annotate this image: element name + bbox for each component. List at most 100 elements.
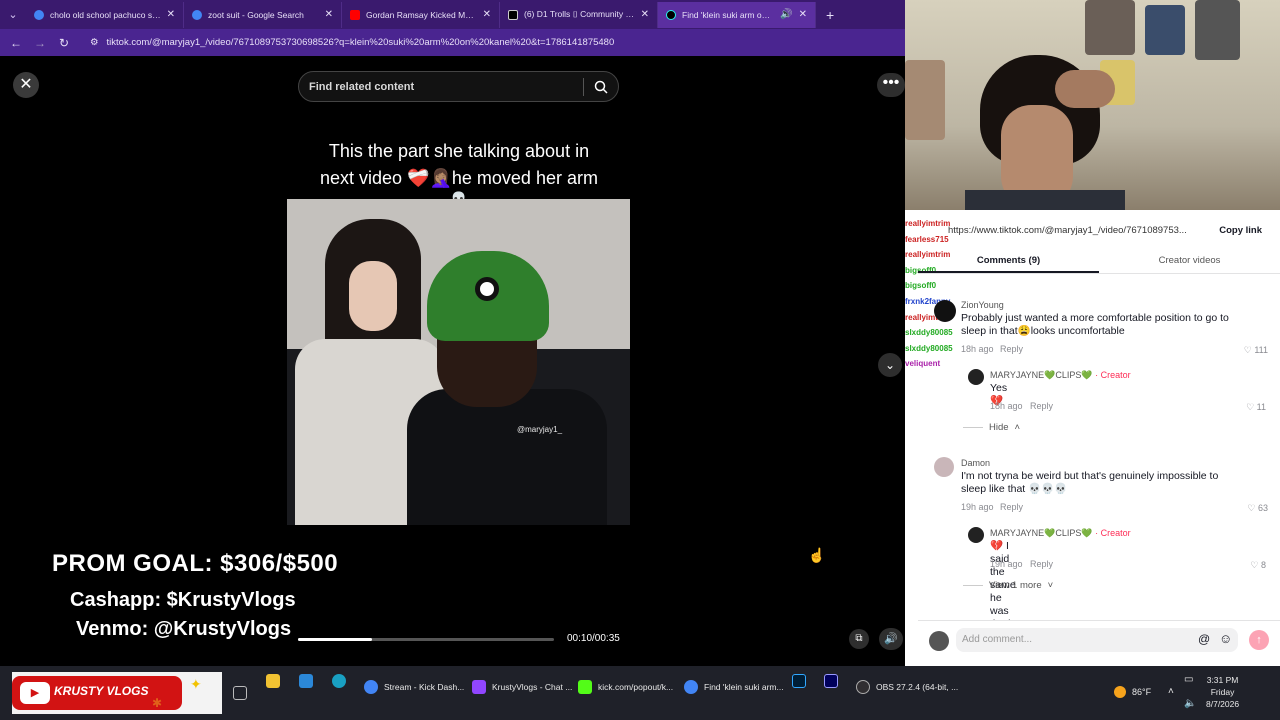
google-favicon-icon: [192, 9, 202, 20]
browser-tab-4[interactable]: (6) D1 Trolls ⌷ Community / X ✕: [500, 1, 658, 28]
browser-tab-bar: ⌄ cholo old school pachuco style ✕ zoot …: [0, 0, 905, 29]
webcam-wall-decor: [905, 60, 945, 140]
video-frame[interactable]: @maryjay1_: [287, 199, 630, 525]
video-person-2-body: [407, 389, 607, 525]
send-comment-button[interactable]: ↑: [1249, 630, 1269, 650]
comment-time: 19h ago: [961, 502, 994, 512]
reply-button[interactable]: Reply: [1000, 502, 1023, 512]
browser-tab-5[interactable]: Find 'klein suki arm on kane 🔊 ✕: [658, 1, 816, 28]
heart-icon: ♡: [1247, 503, 1258, 513]
taskbar-app-kick[interactable]: kick.com/popout/k...: [578, 672, 673, 702]
taskbar-app-chat[interactable]: KrustyVlogs - Chat ...: [472, 672, 572, 702]
tab-creator-videos[interactable]: Creator videos: [1099, 250, 1280, 273]
heart-icon: ♡: [1243, 345, 1255, 355]
heart-icon: ♡: [1250, 560, 1261, 570]
system-clock[interactable]: 3:31 PM Friday 8/7/2026: [1206, 674, 1239, 710]
taskbar-app-obs[interactable]: OBS 27.2.4 (64-bit, ...: [856, 672, 958, 702]
reply-button[interactable]: Reply: [1030, 559, 1053, 569]
forward-arrow-icon[interactable]: →: [28, 36, 52, 50]
copy-link-button[interactable]: Copy link: [1205, 225, 1280, 236]
picture-in-picture-icon[interactable]: ⧉: [849, 629, 869, 649]
url-text: tiktok.com/@maryjay1_/video/767108975373…: [106, 37, 615, 48]
reply-button[interactable]: Reply: [1030, 401, 1053, 411]
chrome-icon: [364, 680, 378, 694]
comment-username[interactable]: MARYJAYNE💚CLIPS💚 · Creator: [990, 370, 1131, 381]
speaker-icon[interactable]: 🔈: [1184, 698, 1196, 709]
related-search-bar[interactable]: Find related content: [298, 71, 619, 102]
close-tab-icon[interactable]: ✕: [483, 9, 491, 20]
taskbar-app-stream[interactable]: Stream - Kick Dash...: [364, 672, 464, 702]
volume-icon[interactable]: 🔊: [879, 628, 903, 650]
webcam-wall-decor: [1085, 0, 1135, 55]
webcam-wall-decor: [1145, 5, 1185, 55]
comment-input[interactable]: Add comment...: [956, 628, 1238, 652]
close-viewer-button[interactable]: ✕: [13, 72, 39, 98]
more-options-button[interactable]: •••: [877, 73, 905, 97]
search-icon[interactable]: [584, 71, 618, 102]
venmo-overlay: Venmo: @KrustyVlogs: [76, 618, 292, 640]
edge-icon[interactable]: [332, 674, 346, 688]
reply-button[interactable]: Reply: [1000, 344, 1023, 354]
sparkle-icon: ✦: [190, 676, 202, 692]
back-arrow-icon[interactable]: ←: [4, 36, 28, 50]
comment-username[interactable]: ZionYoung: [961, 300, 1004, 310]
emoji-icon[interactable]: ☺: [1219, 631, 1232, 646]
mention-icon[interactable]: @: [1198, 632, 1210, 646]
share-link[interactable]: https://www.tiktok.com/@maryjay1_/video/…: [948, 225, 1205, 236]
like-count[interactable]: ♡ 11: [1226, 402, 1266, 413]
heart-icon: ♡: [1246, 402, 1257, 412]
avatar[interactable]: [934, 457, 954, 477]
comment-username[interactable]: Damon: [961, 458, 990, 468]
tray-chevron-icon[interactable]: ˄: [1168, 686, 1174, 697]
taskbar-app-find[interactable]: Find 'klein suki arm...: [684, 672, 784, 702]
search-input[interactable]: Find related content: [299, 81, 583, 93]
photoshop-icon[interactable]: [792, 674, 806, 688]
webcam-person-hand: [1055, 70, 1115, 108]
reload-icon[interactable]: ↻: [52, 36, 76, 50]
webcam-feed: [905, 0, 1280, 210]
youtube-logo-icon: ▶: [20, 682, 50, 704]
hide-replies-button[interactable]: Hide ˄: [963, 422, 1020, 433]
stream-banner: ▶ KRUSTY VLOGS ✦ ✱: [12, 672, 222, 714]
sun-icon: [1114, 686, 1126, 698]
close-tab-icon[interactable]: ✕: [325, 9, 333, 20]
avatar[interactable]: [968, 527, 984, 543]
comment-time: 19h ago: [990, 559, 1023, 569]
browser-tab-1[interactable]: cholo old school pachuco style ✕: [26, 1, 184, 28]
chevron-up-icon: ˄: [1014, 422, 1021, 433]
browser-tab-2[interactable]: zoot suit - Google Search ✕: [184, 1, 342, 28]
avatar[interactable]: [968, 369, 984, 385]
view-more-replies-button[interactable]: View 1 more ˅: [963, 580, 1053, 591]
tab-comments[interactable]: Comments (9): [918, 250, 1099, 273]
like-count[interactable]: ♡ 63: [1228, 503, 1268, 514]
browser-tab-3[interactable]: Gordan Ramsay Kicked Me Out ✕: [342, 1, 500, 28]
audio-icon[interactable]: 🔊: [780, 9, 792, 20]
like-count[interactable]: ♡ 8: [1226, 560, 1266, 571]
close-tab-icon[interactable]: ✕: [799, 9, 807, 20]
close-tab-icon[interactable]: ✕: [641, 9, 649, 20]
store-icon[interactable]: [299, 674, 313, 688]
network-icon[interactable]: ▭: [1184, 674, 1193, 685]
next-video-button[interactable]: ⌄: [878, 353, 902, 377]
obs-icon: [856, 680, 870, 694]
site-info-icon[interactable]: ⚙: [90, 37, 99, 48]
url-field[interactable]: ⚙ tiktok.com/@maryjay1_/video/7671089753…: [84, 33, 905, 53]
divider-line: [963, 585, 983, 586]
x-favicon-icon: [508, 9, 518, 20]
new-tab-icon[interactable]: +: [816, 7, 844, 23]
comment-username[interactable]: MARYJAYNE💚CLIPS💚 · Creator: [990, 528, 1131, 539]
tab-search-icon[interactable]: ⌄: [0, 2, 26, 28]
creator-badge: · Creator: [1095, 370, 1131, 380]
avatar[interactable]: [934, 300, 956, 322]
video-time: 00:10/00:35: [567, 633, 620, 644]
close-tab-icon[interactable]: ✕: [167, 9, 175, 20]
premiere-icon[interactable]: [824, 674, 838, 688]
video-hat-eye: [475, 277, 499, 301]
weather-widget[interactable]: 86°F: [1114, 686, 1151, 698]
caption-line-2: next video ❤️‍🩹🤦🏽‍♀️he moved her arm: [320, 168, 598, 188]
video-progress-bar[interactable]: [298, 638, 554, 641]
task-view-icon[interactable]: [233, 686, 247, 700]
file-explorer-icon[interactable]: [266, 674, 280, 688]
chrome-icon: [684, 680, 698, 694]
like-count[interactable]: ♡ 111: [1228, 345, 1268, 356]
